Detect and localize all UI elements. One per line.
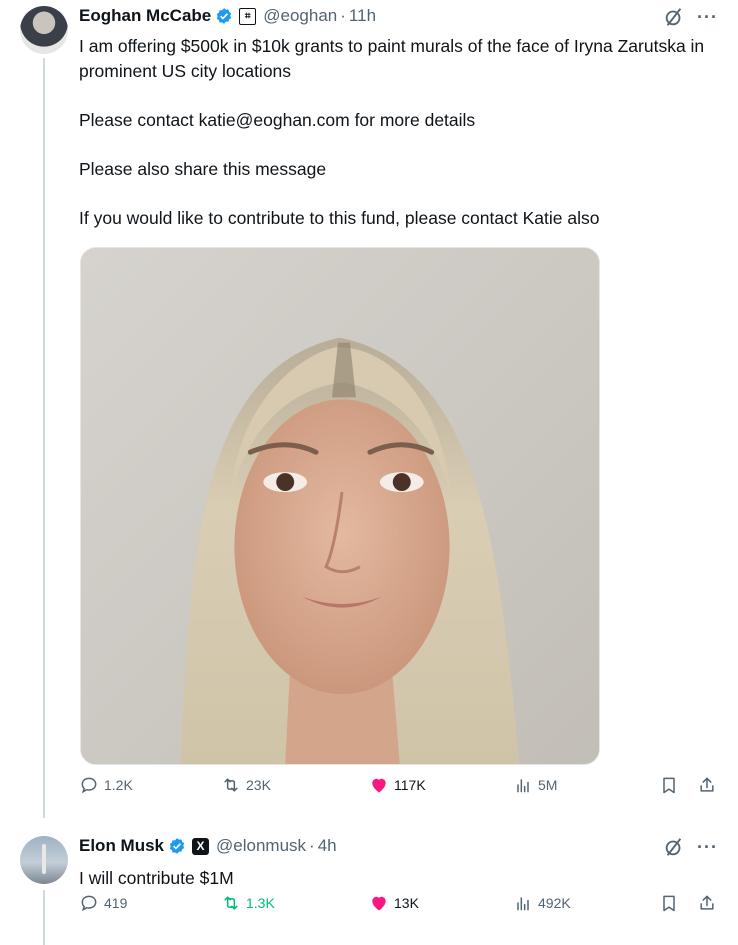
display-name[interactable]: Elon Musk [79, 836, 164, 856]
repost-count: 23K [246, 777, 271, 793]
like-button[interactable]: 13K [369, 893, 419, 913]
separator-dot: · [340, 6, 346, 25]
reply-button[interactable]: 1.2K [79, 775, 133, 795]
tweet-top-actions: ··· [663, 6, 718, 28]
repost-button[interactable]: 1.3K [221, 893, 275, 913]
views-chart-icon [517, 779, 529, 793]
display-name[interactable]: Eoghan McCabe [79, 6, 211, 26]
username[interactable]: @eoghan [263, 6, 337, 26]
tweet[interactable]: Eoghan McCabe ⌗ @eoghan · 11h ··· I am o… [0, 0, 738, 820]
bookmark-icon [663, 777, 675, 794]
share-button[interactable] [697, 775, 717, 795]
views-count: 5M [538, 777, 558, 793]
heart-filled-icon [372, 896, 386, 911]
tweet-paragraph: If you would like to contribute to this … [79, 207, 600, 228]
username[interactable]: @elonmusk [216, 836, 306, 856]
repost-button[interactable]: 23K [221, 775, 271, 795]
tweet-text: I will contribute $1M [79, 866, 719, 891]
share-button[interactable] [697, 893, 717, 913]
tweet-header: Eoghan McCabe ⌗ @eoghan · 11h [79, 6, 376, 26]
separator-dot: · [309, 836, 315, 855]
bookmark-button[interactable] [659, 893, 679, 913]
timestamp[interactable]: 4h [318, 836, 337, 856]
portrait-illustration [81, 248, 599, 764]
more-options-icon[interactable]: ··· [697, 8, 718, 26]
avatar[interactable] [20, 6, 68, 54]
views-chart-icon [517, 897, 529, 911]
tweet-text: I am offering $500k in $10k grants to pa… [79, 34, 719, 255]
grok-icon[interactable] [663, 6, 685, 28]
tweet-header: Elon Musk X @elonmusk · 4h [79, 836, 337, 856]
reply-icon [81, 777, 97, 794]
share-icon [700, 777, 714, 792]
tweet[interactable]: Elon Musk X @elonmusk · 4h ··· I will co… [0, 820, 738, 945]
reply-count: 1.2K [104, 777, 133, 793]
repost-icon [224, 778, 238, 792]
tweet-paragraph: I am offering $500k in $10k grants to pa… [79, 36, 705, 81]
bookmark-icon [663, 895, 675, 912]
reply-count: 419 [104, 895, 128, 911]
heart-filled-icon [372, 778, 386, 793]
tweet-paragraph: Please contact katie@eoghan.com for more… [79, 109, 476, 130]
views-button[interactable]: 5M [513, 775, 557, 795]
bookmark-button[interactable] [659, 775, 679, 795]
like-button[interactable]: 117K [369, 775, 426, 795]
like-count: 13K [394, 895, 419, 911]
verified-badge-icon [217, 8, 232, 24]
views-count: 492K [538, 895, 571, 911]
intercom-badge-icon[interactable]: ⌗ [239, 7, 257, 25]
tweet-paragraph: I will contribute $1M [79, 868, 234, 888]
more-options-icon[interactable]: ··· [697, 838, 718, 856]
repost-icon [224, 896, 238, 910]
grok-icon[interactable] [663, 836, 685, 858]
repost-count: 1.3K [246, 895, 275, 911]
timestamp[interactable]: 11h [349, 6, 376, 26]
like-count: 117K [394, 777, 426, 793]
avatar[interactable] [20, 836, 68, 884]
share-icon [700, 895, 714, 910]
tweet-photo[interactable] [80, 247, 600, 765]
tweet-top-actions: ··· [663, 836, 718, 858]
x-badge-icon[interactable]: X [192, 837, 210, 855]
verified-badge-icon [169, 838, 185, 854]
tweet-paragraph: Please also share this message [79, 158, 327, 179]
views-button[interactable]: 492K [513, 893, 571, 913]
reply-button[interactable]: 419 [79, 893, 127, 913]
reply-icon [81, 895, 97, 912]
